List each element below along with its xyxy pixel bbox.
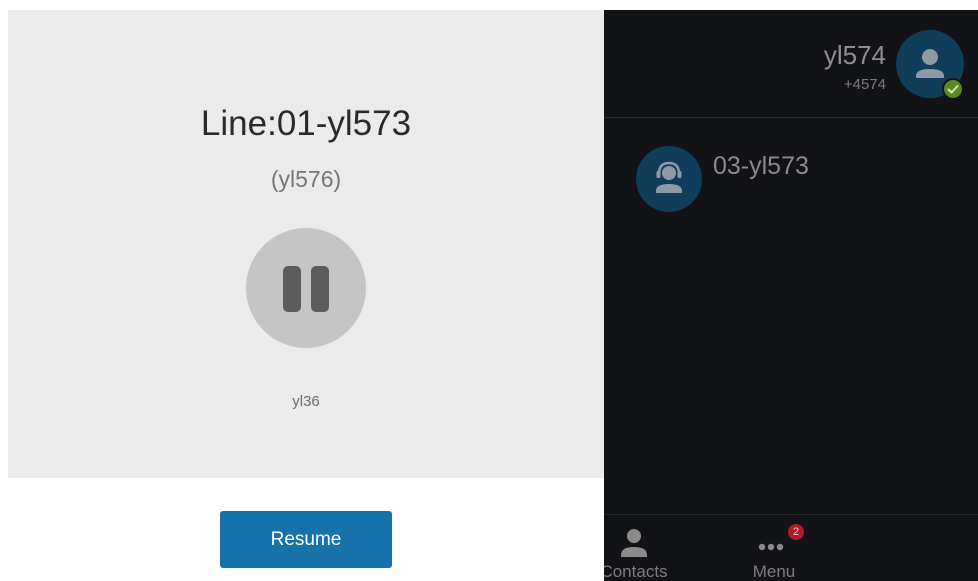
nav-contacts[interactable]: Contacts <box>604 520 684 581</box>
menu-icon-wrap: 2 <box>724 524 824 558</box>
sidebar-panel: yl574 +4574 03-yl573 Contacts 2 Menu <box>604 10 978 581</box>
notification-badge: 2 <box>788 524 804 540</box>
account-label: yl36 <box>292 393 320 410</box>
held-call-card[interactable]: Line:01-yl573 (yl576) yl36 <box>8 10 604 478</box>
pause-icon <box>246 228 366 348</box>
user-avatar-icon[interactable] <box>896 30 964 100</box>
call-screen: Line:01-yl573 (yl576) yl36 Resume yl574 … <box>0 0 978 581</box>
top-margin <box>0 0 604 10</box>
header-divider <box>604 117 978 118</box>
resume-button[interactable]: Resume <box>220 511 392 568</box>
pause-bar-right <box>311 266 329 312</box>
nav-contacts-label: Contacts <box>604 562 668 581</box>
nav-divider <box>604 514 978 515</box>
line-item[interactable]: 03-yl573 <box>636 146 956 216</box>
pause-bar-left <box>283 266 301 312</box>
check-icon <box>947 85 959 94</box>
user-name: yl574 <box>823 40 886 70</box>
nav-menu[interactable]: 2 Menu <box>724 520 824 581</box>
more-dots-icon <box>758 543 784 551</box>
contacts-icon-wrap <box>604 524 684 558</box>
line-label: 03-yl573 <box>713 152 809 180</box>
headset-icon <box>656 161 682 193</box>
contacts-icon <box>621 529 647 557</box>
nav-menu-label: Menu <box>752 562 796 581</box>
remote-party-name: (yl576) <box>270 166 342 192</box>
presence-online-icon <box>942 78 964 100</box>
headset-avatar-icon <box>636 146 702 212</box>
user-extension: +4574 <box>843 76 886 93</box>
top-margin-right <box>604 0 978 10</box>
line-title: Line:01-yl573 <box>200 104 412 143</box>
